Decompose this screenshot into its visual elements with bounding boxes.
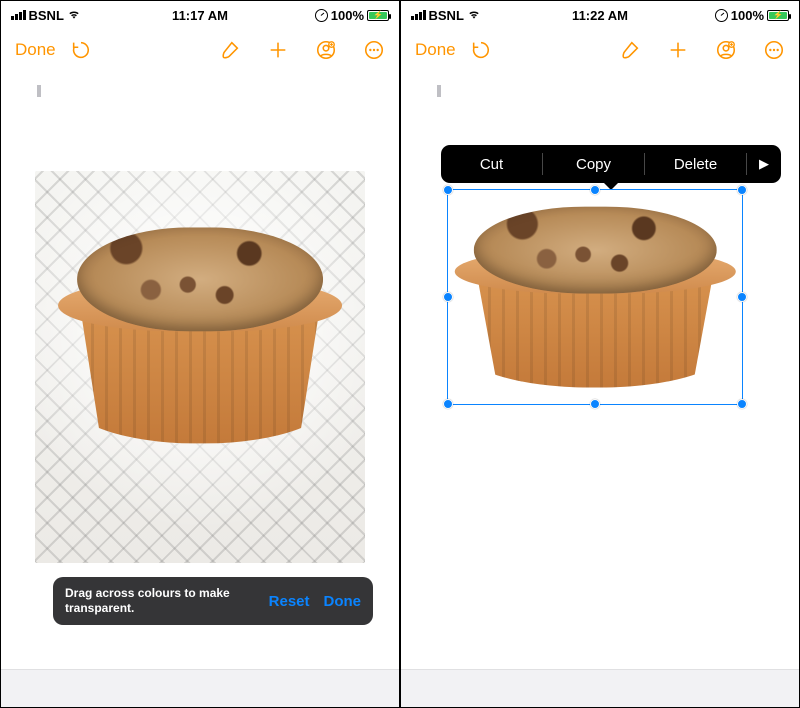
clock-badge-icon xyxy=(315,9,328,22)
bottom-bar xyxy=(1,669,399,707)
carrier-label: BSNL xyxy=(429,8,464,23)
brush-icon[interactable] xyxy=(619,39,641,61)
text-cursor xyxy=(437,85,441,97)
muffin-image-transparent xyxy=(460,199,730,396)
status-left: BSNL xyxy=(11,7,81,24)
status-right: 100% ⚡ xyxy=(315,8,389,23)
toolbar: Done xyxy=(401,29,799,71)
resize-handle-bottom-left[interactable] xyxy=(443,399,453,409)
signal-icon xyxy=(411,10,426,20)
resize-handle-top-left[interactable] xyxy=(443,185,453,195)
context-menu-delete[interactable]: Delete xyxy=(645,156,746,173)
resize-handle-bottom-middle[interactable] xyxy=(590,399,600,409)
more-icon[interactable] xyxy=(763,39,785,61)
signal-icon xyxy=(11,10,26,20)
battery-icon: ⚡ xyxy=(767,10,789,21)
clock-label: 11:22 AM xyxy=(572,8,628,23)
resize-handle-bottom-right[interactable] xyxy=(737,399,747,409)
selected-image-frame[interactable] xyxy=(447,189,743,405)
carrier-label: BSNL xyxy=(29,8,64,23)
instant-alpha-message: Drag across colours to make transparent. xyxy=(65,586,269,616)
document-canvas[interactable]: Cut Copy Delete ▶ xyxy=(401,71,799,669)
battery-icon: ⚡ xyxy=(367,10,389,21)
done-button[interactable]: Done xyxy=(415,40,456,60)
instant-alpha-done-button[interactable]: Done xyxy=(324,593,362,610)
wifi-icon xyxy=(67,7,81,24)
battery-percent: 100% xyxy=(731,8,764,23)
undo-icon[interactable] xyxy=(470,39,492,61)
brush-icon[interactable] xyxy=(219,39,241,61)
battery-percent: 100% xyxy=(331,8,364,23)
status-bar: BSNL 11:17 AM 100% ⚡ xyxy=(1,1,399,29)
phone-left: BSNL 11:17 AM 100% ⚡ Done xyxy=(0,0,400,708)
done-button[interactable]: Done xyxy=(15,40,56,60)
image-with-background[interactable] xyxy=(35,171,365,563)
muffin-image xyxy=(63,218,337,453)
text-cursor xyxy=(37,85,41,97)
document-canvas[interactable]: Drag across colours to make transparent.… xyxy=(1,71,399,669)
resize-handle-top-right[interactable] xyxy=(737,185,747,195)
instant-alpha-toast: Drag across colours to make transparent.… xyxy=(53,577,373,625)
status-right: 100% ⚡ xyxy=(715,8,789,23)
toolbar: Done xyxy=(1,29,399,71)
clock-badge-icon xyxy=(715,9,728,22)
plus-icon[interactable] xyxy=(667,39,689,61)
phone-right: BSNL 11:22 AM 100% ⚡ Done xyxy=(400,0,800,708)
status-left: BSNL xyxy=(411,7,481,24)
undo-icon[interactable] xyxy=(70,39,92,61)
dual-screenshot-container: BSNL 11:17 AM 100% ⚡ Done xyxy=(0,0,800,708)
share-person-icon[interactable] xyxy=(715,39,737,61)
more-icon[interactable] xyxy=(363,39,385,61)
bottom-bar xyxy=(401,669,799,707)
context-menu: Cut Copy Delete ▶ xyxy=(441,145,781,183)
resize-handle-middle-right[interactable] xyxy=(737,292,747,302)
instant-alpha-reset-button[interactable]: Reset xyxy=(269,593,310,610)
context-menu-copy[interactable]: Copy xyxy=(543,156,644,173)
resize-handle-top-middle[interactable] xyxy=(590,185,600,195)
menu-more-arrow-icon[interactable]: ▶ xyxy=(747,156,781,172)
share-person-icon[interactable] xyxy=(315,39,337,61)
context-menu-cut[interactable]: Cut xyxy=(441,156,542,173)
status-bar: BSNL 11:22 AM 100% ⚡ xyxy=(401,1,799,29)
plus-icon[interactable] xyxy=(267,39,289,61)
resize-handle-middle-left[interactable] xyxy=(443,292,453,302)
wifi-icon xyxy=(467,7,481,24)
clock-label: 11:17 AM xyxy=(172,8,228,23)
